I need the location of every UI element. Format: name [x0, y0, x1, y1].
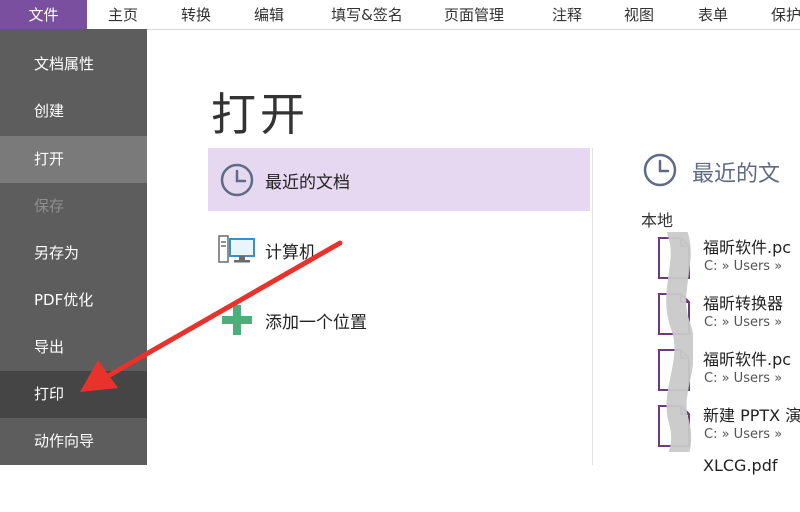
backstage-sidebar: 文档属性 创建 打开 保存 另存为 PDF优化 导出 打印 动作向导: [0, 29, 147, 465]
sidebar-item-save-as[interactable]: 另存为: [0, 230, 147, 277]
recent-file-name: XLCG.pdf: [703, 456, 778, 475]
recent-heading-label: 最近的文: [692, 162, 781, 187]
tab-form[interactable]: 表单: [681, 0, 745, 29]
place-recent-documents[interactable]: 最近的文档: [208, 148, 590, 211]
tab-convert[interactable]: 转换: [164, 0, 228, 29]
clock-icon: [220, 163, 254, 197]
sidebar-item-open[interactable]: 打开: [0, 136, 147, 183]
clock-icon: [643, 153, 677, 187]
place-label: 添加一个位置: [265, 313, 367, 333]
tab-fill-sign[interactable]: 填写&签名: [313, 0, 421, 29]
recent-file-path: C: » Users »: [704, 371, 783, 386]
sidebar-item-export[interactable]: 导出: [0, 324, 147, 371]
tab-edit[interactable]: 编辑: [237, 0, 301, 29]
place-label: 计算机: [265, 243, 316, 263]
tab-comment[interactable]: 注释: [535, 0, 599, 29]
sidebar-item-print[interactable]: 打印: [0, 371, 147, 418]
place-computer[interactable]: 计算机: [208, 218, 590, 281]
sidebar-item-create[interactable]: 创建: [0, 88, 147, 135]
sidebar-item-save: 保存: [34, 197, 65, 215]
sidebar-item-action-wizard[interactable]: 动作向导: [0, 418, 147, 465]
place-label: 最近的文档: [265, 173, 350, 193]
recent-file-name: 福昕软件.pc: [703, 350, 792, 369]
tab-view[interactable]: 视图: [607, 0, 671, 29]
place-add-location[interactable]: 添加一个位置: [208, 288, 590, 351]
computer-icon: [218, 235, 255, 263]
redaction-smudge: [666, 232, 693, 452]
recent-file-name: 福昕转换器: [703, 294, 784, 313]
recent-file-path: C: » Users »: [704, 427, 783, 442]
recent-documents-heading: 最近的文: [641, 150, 800, 190]
recent-file-name: 新建 PPTX 演: [703, 406, 800, 425]
recent-file-path: C: » Users »: [704, 259, 783, 274]
sidebar-item-properties[interactable]: 文档属性: [0, 41, 147, 88]
column-divider: [592, 148, 593, 465]
ribbon-tabs: 文件 主页 转换 编辑 填写&签名 页面管理 注释 视图 表单 保护: [0, 0, 800, 30]
add-plus-icon: [222, 305, 252, 335]
tab-home[interactable]: 主页: [91, 0, 155, 29]
recent-file-name: 福昕软件.pc: [703, 238, 792, 257]
recent-file-path: C: » Users »: [704, 315, 783, 330]
sidebar-item-pdf-optimize[interactable]: PDF优化: [0, 277, 147, 324]
page-title: 打开: [211, 88, 310, 141]
group-label-local: 本地: [641, 211, 674, 230]
tab-file[interactable]: 文件: [0, 0, 87, 29]
tab-page-manage[interactable]: 页面管理: [429, 0, 519, 29]
tab-protect[interactable]: 保护: [756, 0, 800, 29]
recent-file-item[interactable]: XLCG.pdf: [655, 456, 800, 512]
